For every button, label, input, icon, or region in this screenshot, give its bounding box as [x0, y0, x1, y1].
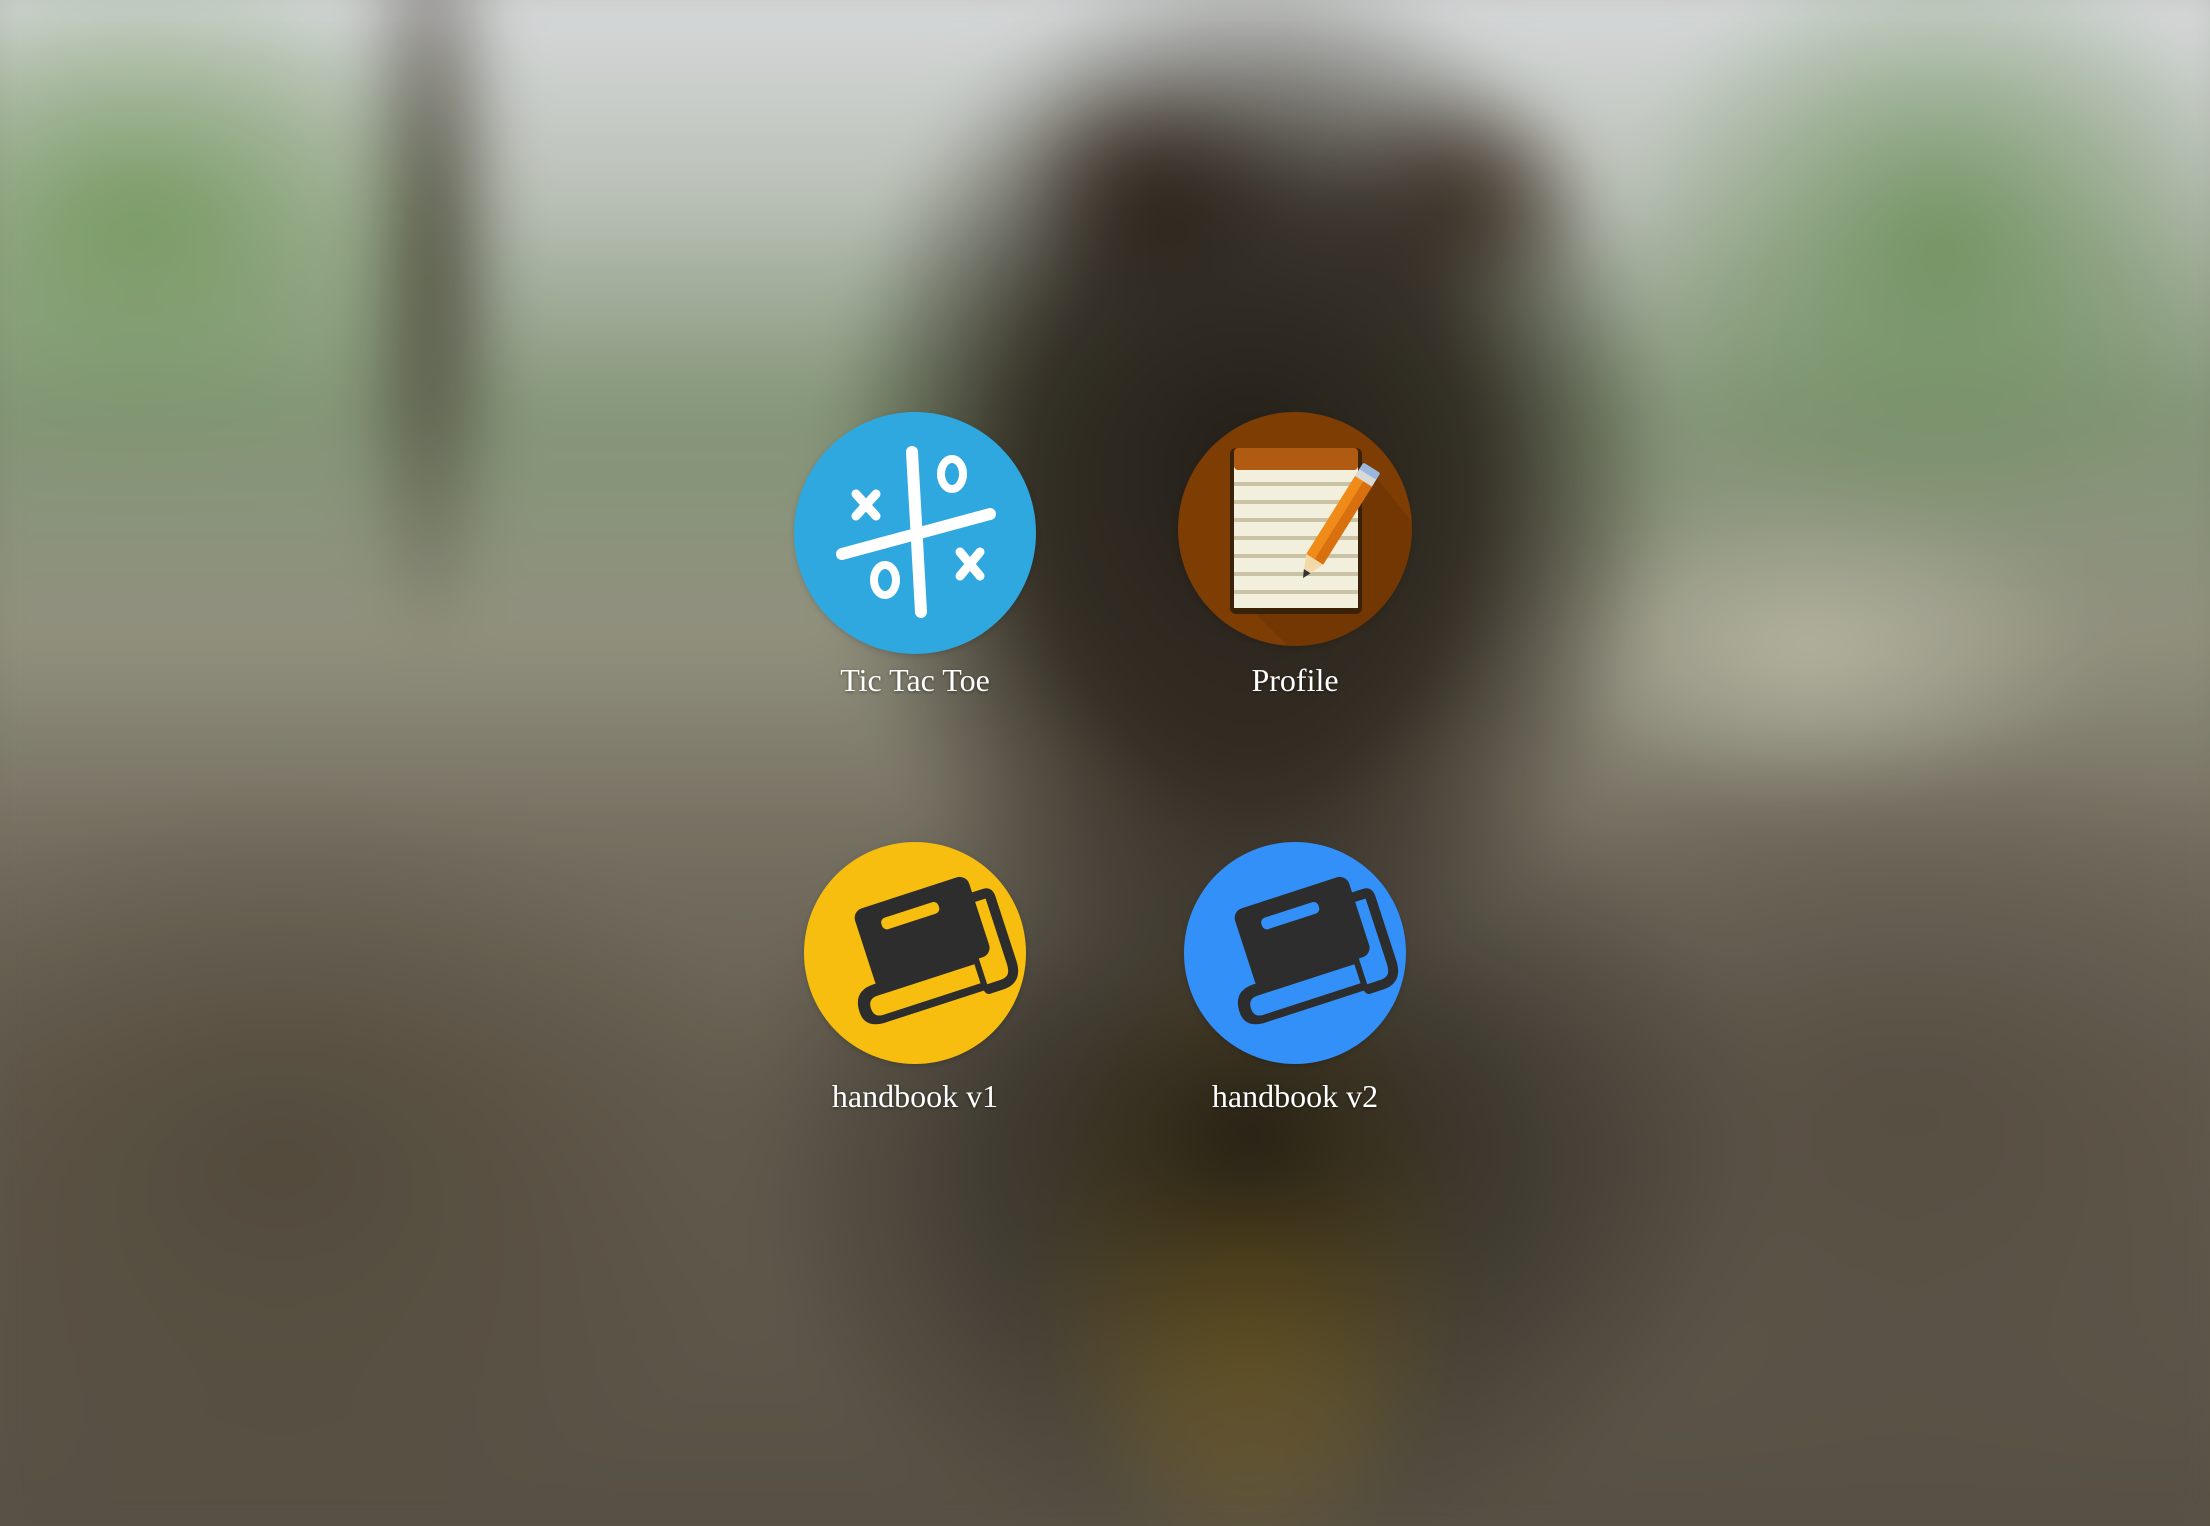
app-label-handbook-v1[interactable]: handbook v1: [832, 1078, 998, 1115]
notepad-pencil-icon[interactable]: [1178, 412, 1412, 646]
desktop: Tic Tac Toe Profile handbook v1 handbook…: [0, 0, 2210, 1526]
app-label-profile[interactable]: Profile: [1251, 662, 1338, 699]
app-tic-tac-toe[interactable]: Tic Tac Toe: [765, 412, 1065, 699]
app-handbook-v1[interactable]: handbook v1: [765, 842, 1065, 1115]
app-handbook-v2[interactable]: handbook v2: [1145, 842, 1445, 1115]
app-label-handbook-v2[interactable]: handbook v2: [1212, 1078, 1378, 1115]
book-icon[interactable]: [804, 842, 1026, 1064]
app-profile[interactable]: Profile: [1145, 412, 1445, 699]
book-icon[interactable]: [1184, 842, 1406, 1064]
app-label-tic-tac-toe[interactable]: Tic Tac Toe: [840, 662, 990, 699]
tic-tac-toe-icon[interactable]: [794, 412, 1036, 654]
